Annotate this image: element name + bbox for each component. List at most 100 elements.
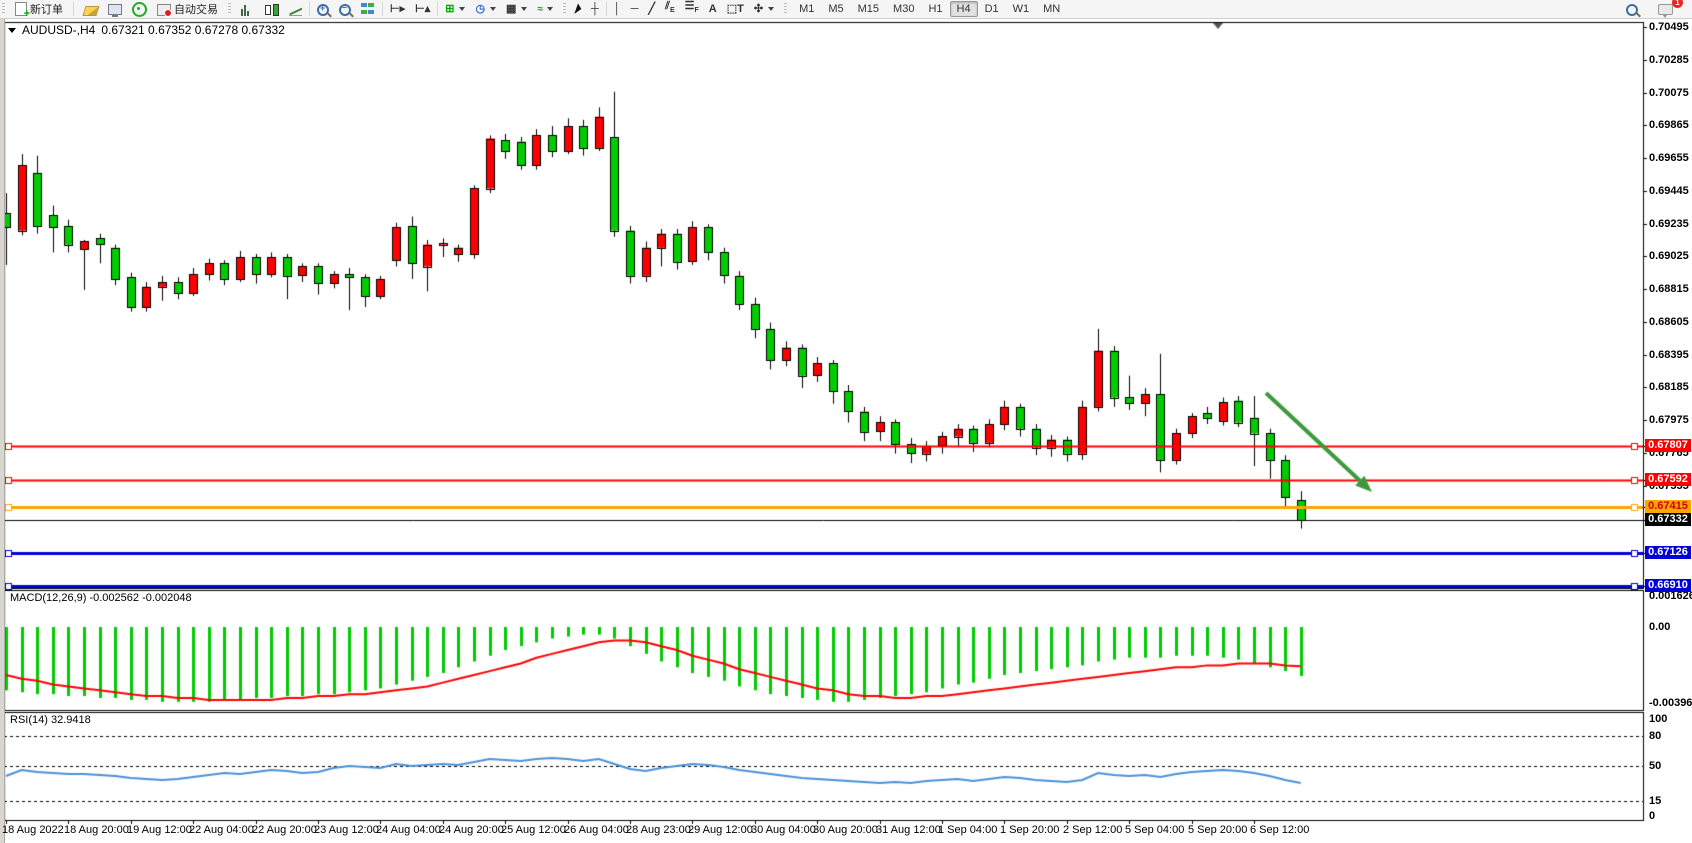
chart-canvas[interactable] [0,0,1692,843]
rsi-axis-tick: 100 [1649,713,1667,725]
price-axis-tick: 0.69655 [1649,152,1689,164]
separator [437,2,438,16]
symbol-search-icon [1626,4,1638,16]
arrows-button[interactable]: ✣ [749,1,779,18]
notifications-button[interactable]: 1 [1653,1,1678,17]
timeframe-m15[interactable]: M15 [851,1,886,17]
dropdown-caret-icon [521,7,527,11]
time-axis-label: 1 Sep 20:00 [1000,824,1059,836]
zoom-out-button[interactable] [334,1,356,18]
chat-icon [1658,4,1673,15]
terminal-button[interactable] [103,1,127,17]
template-button[interactable]: ▦ [501,1,532,18]
period-clock-icon: ◷ [475,3,485,16]
notification-badge: 1 [1672,0,1683,8]
toolbar-grip[interactable] [784,3,787,15]
symbol-period-label: AUDUSD-,H4 [22,23,95,37]
text-button[interactable]: A [704,1,722,18]
fibonacci-button[interactable]: ☰F [680,0,704,20]
autotrade-icon [157,4,171,16]
metaeditor-button[interactable] [79,1,103,18]
candlestick-chart-icon [265,4,279,16]
horizontal-line-icon: ─ [631,3,639,16]
macd-label: MACD(12,26,9) -0.002562 -0.002048 [10,592,192,604]
equidistant-channel-button[interactable]: ⫽E [660,0,680,20]
zoom-out-icon [339,4,351,16]
rsi-label: RSI(14) 32.9418 [10,714,91,726]
price-axis-tick: 0.67975 [1649,414,1689,426]
zoom-in-button[interactable] [312,1,334,18]
time-axis-label: 5 Sep 20:00 [1188,824,1247,836]
terminal-icon [108,4,122,15]
price-line-label: 0.66910 [1645,579,1691,592]
vertical-line-icon: │ [614,3,621,16]
timeframe-m1[interactable]: M1 [792,1,821,17]
price-axis-tick: 0.69445 [1649,185,1689,197]
timeframe-m30[interactable]: M30 [886,1,921,17]
time-axis-label: 25 Aug 12:00 [501,824,566,836]
vertical-line-button[interactable]: │ [609,1,626,18]
chart-shift-icon: ⊢▴ [415,3,430,16]
window-edge [0,18,5,843]
new-order-button[interactable]: 新订单 [10,0,68,19]
bar-chart-button[interactable] [236,1,260,18]
symbol-search-button[interactable] [1621,1,1643,18]
chart-title: AUDUSD-,H4 0.67321 0.67352 0.67278 0.673… [8,23,285,37]
timeframe-mn[interactable]: MN [1036,1,1067,17]
ohlc-readout: 0.67321 0.67352 0.67278 0.67332 [101,23,285,37]
trendline-button[interactable]: ╱ [643,1,660,18]
dropdown-caret-icon [459,7,465,11]
crosshair-button[interactable]: ┼ [586,1,604,18]
equidistant-channel-icon: ⫽E [665,0,675,17]
candlestick-chart-button[interactable] [260,1,284,18]
time-axis-label: 26 Aug 04:00 [564,824,629,836]
time-axis-label: 18 Aug 2022 [2,824,64,836]
price-axis-tick: 0.68815 [1649,283,1689,295]
toolbar-grip[interactable] [563,3,566,15]
autotrade-button[interactable]: 自动交易 [152,0,223,19]
auto-scroll-button[interactable]: ⊢▸ [385,1,410,18]
price-axis-tick: 0.69025 [1649,250,1689,262]
price-line-label: 0.67126 [1645,546,1691,559]
price-axis-tick: 0.69235 [1649,218,1689,230]
signals-icon [132,2,147,17]
time-axis-label: 30 Aug 20:00 [813,824,878,836]
tile-windows-button[interactable] [356,0,380,18]
timeframe-h1[interactable]: H1 [921,1,949,17]
text-label-button[interactable]: ⬚T [722,1,749,18]
toolbar-grip[interactable] [228,3,231,15]
timeframe-d1[interactable]: D1 [978,1,1006,17]
macd-axis-tick: -0.003961 [1649,697,1692,709]
cursor-button[interactable] [571,1,586,17]
price-axis-tick: 0.68395 [1649,349,1689,361]
timeframe-w1[interactable]: W1 [1006,1,1037,17]
period-clock-button[interactable]: ◷ [470,1,501,18]
dropdown-caret-icon [490,7,496,11]
new-order-label: 新订单 [30,1,63,17]
fibonacci-icon: ☰F [685,0,699,17]
timeframe-m5[interactable]: M5 [821,1,850,17]
new-order-icon [15,2,27,16]
zoom-in-icon [317,4,329,16]
metaeditor-icon [82,6,99,16]
signals-button[interactable] [127,0,152,19]
chart-shift-button[interactable]: ⊢▴ [410,1,435,18]
text-icon: A [709,3,717,16]
timeframe-h4[interactable]: H4 [950,1,978,17]
add-indicator-button[interactable]: ⊞ [440,1,470,18]
price-axis-tick: 0.70495 [1649,21,1689,33]
separator [382,2,383,16]
macd-axis-tick: 0.00 [1649,621,1670,633]
horizontal-line-button[interactable]: ─ [626,1,644,18]
line-chart-button[interactable] [284,1,307,18]
collapse-arrow-icon[interactable] [8,28,16,33]
toolbar-grip[interactable] [2,3,5,15]
line-chart-icon [289,5,302,16]
text-label-icon: ⬚T [727,3,744,16]
time-axis-label: 6 Sep 12:00 [1250,824,1309,836]
indicator-list-button[interactable]: ≈ [532,2,558,17]
time-axis-label: 23 Aug 12:00 [314,824,379,836]
toolbar: 新订单 自动交易 [0,0,1692,19]
price-line-label: 0.67332 [1645,513,1691,526]
price-line-label: 0.67807 [1645,439,1691,452]
